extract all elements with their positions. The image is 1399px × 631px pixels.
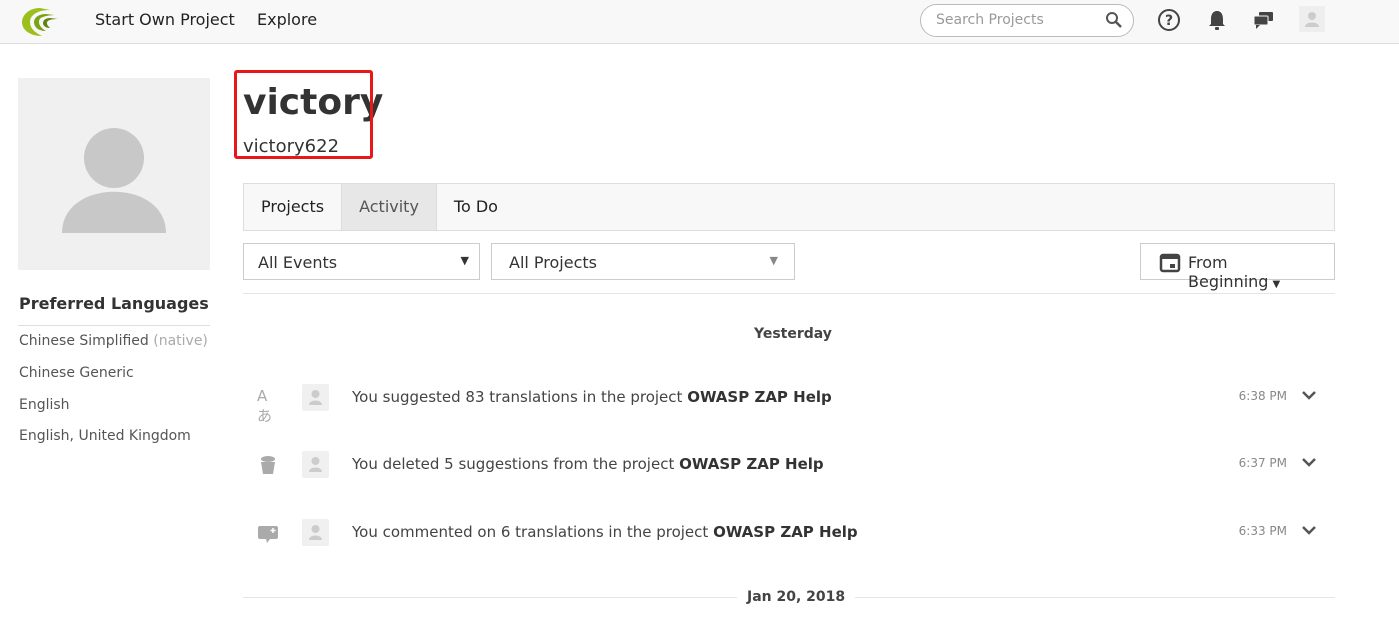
tab-activity[interactable]: Activity bbox=[342, 184, 437, 230]
caret-down-icon: ▼ bbox=[769, 254, 778, 267]
activity-time: 6:37 PM bbox=[1238, 456, 1287, 470]
profile-avatar bbox=[18, 78, 210, 270]
tab-projects[interactable]: Projects bbox=[244, 184, 343, 230]
activity-item: You commented on 6 translations in the p… bbox=[243, 512, 1335, 552]
svg-text:?: ? bbox=[1165, 13, 1173, 29]
chevron-down-icon[interactable] bbox=[1301, 522, 1317, 538]
translate-icon: Aあ bbox=[257, 387, 273, 425]
user-avatar bbox=[302, 384, 329, 411]
caret-down-icon: ▼ bbox=[460, 254, 469, 267]
project-link[interactable]: OWASP ZAP Help bbox=[679, 455, 824, 473]
profile-tabs: Projects Activity To Do bbox=[243, 183, 1335, 231]
events-select[interactable]: All Events ▼ bbox=[243, 243, 480, 280]
preferred-languages-title: Preferred Languages bbox=[19, 294, 209, 313]
activity-item: Aあ You suggested 83 translations in the … bbox=[243, 377, 1335, 425]
bell-icon[interactable] bbox=[1205, 8, 1229, 32]
chevron-down-icon[interactable] bbox=[1301, 387, 1317, 403]
search-icon[interactable] bbox=[1105, 11, 1123, 29]
activity-text: You deleted 5 suggestions from the proje… bbox=[352, 455, 824, 473]
chevron-down-icon[interactable] bbox=[1301, 454, 1317, 470]
user-avatar bbox=[302, 451, 329, 478]
projects-select[interactable]: All Projects ▼ bbox=[491, 243, 795, 280]
tab-todo[interactable]: To Do bbox=[437, 184, 515, 230]
search-box[interactable] bbox=[920, 4, 1134, 37]
day-header: Jan 20, 2018 bbox=[737, 589, 856, 605]
activity-text: You commented on 6 translations in the p… bbox=[352, 523, 858, 541]
project-link[interactable]: OWASP ZAP Help bbox=[713, 523, 858, 541]
language-item: English, United Kingdom bbox=[19, 428, 191, 444]
activity-time: 6:38 PM bbox=[1238, 389, 1287, 403]
top-nav: Start Own Project Explore ? bbox=[0, 0, 1399, 44]
day-header: Yesterday bbox=[744, 326, 842, 342]
date-range-value: From Beginning bbox=[1188, 253, 1269, 291]
language-item: Chinese Simplified (native) bbox=[19, 333, 208, 349]
language-item: English bbox=[19, 397, 70, 413]
user-avatar-menu[interactable] bbox=[1299, 6, 1325, 32]
highlight-box bbox=[234, 70, 373, 159]
project-link[interactable]: OWASP ZAP Help bbox=[687, 388, 832, 406]
activity-item: You deleted 5 suggestions from the proje… bbox=[243, 444, 1335, 484]
start-own-project-link[interactable]: Start Own Project bbox=[95, 10, 235, 29]
language-item: Chinese Generic bbox=[19, 365, 134, 381]
help-icon[interactable]: ? bbox=[1157, 8, 1181, 32]
messages-icon[interactable] bbox=[1252, 8, 1276, 32]
date-range-button[interactable]: From Beginning ▼ bbox=[1140, 243, 1335, 291]
events-select-value: All Events bbox=[258, 253, 338, 272]
activity-time: 6:33 PM bbox=[1238, 524, 1287, 538]
comment-add-icon bbox=[258, 526, 278, 543]
user-avatar bbox=[302, 519, 329, 546]
caret-down-icon: ▼ bbox=[1272, 279, 1281, 290]
search-input[interactable] bbox=[936, 12, 1106, 28]
activity-text: You suggested 83 translations in the pro… bbox=[352, 388, 832, 406]
divider bbox=[243, 293, 1335, 294]
explore-link[interactable]: Explore bbox=[257, 10, 317, 29]
trash-icon bbox=[261, 456, 275, 474]
divider bbox=[18, 325, 210, 326]
calendar-icon bbox=[1159, 253, 1181, 273]
projects-select-value: All Projects bbox=[509, 253, 597, 272]
crowdin-logo[interactable] bbox=[20, 4, 64, 38]
